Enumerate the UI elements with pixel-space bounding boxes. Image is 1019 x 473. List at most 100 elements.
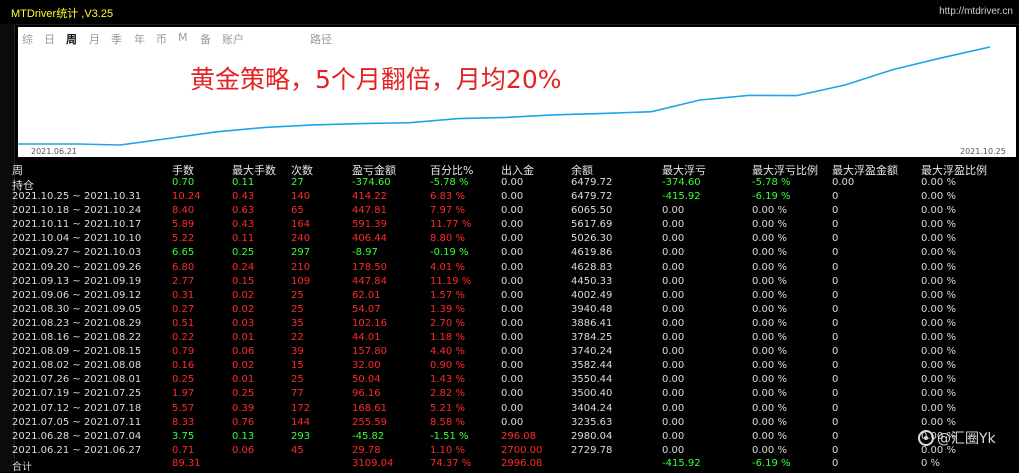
row-lots: 10.24 bbox=[172, 191, 201, 202]
total-lots: 89.31 bbox=[172, 458, 201, 469]
position-max-lots: 0.11 bbox=[232, 177, 255, 188]
row-pct: 0.90 % bbox=[430, 360, 465, 372]
tab-6[interactable]: 币 bbox=[156, 31, 167, 47]
column-header: 余额 bbox=[571, 164, 593, 177]
tab-7[interactable]: M bbox=[178, 31, 188, 44]
row-pnl: 54.07 bbox=[352, 303, 381, 315]
row-max-fp: 0 bbox=[832, 289, 839, 301]
row-balance: 4628.83 bbox=[571, 261, 613, 273]
row-deposit: 0.00 bbox=[501, 219, 524, 231]
row-balance: 2729.78 bbox=[571, 444, 613, 456]
row-period: 2021.06.28 ~ 2021.07.04 bbox=[12, 430, 142, 442]
row-max-dd-pct: 0.00 % bbox=[752, 247, 787, 259]
tab-9[interactable]: 账户 bbox=[222, 31, 244, 47]
row-max-dd: 0.00 bbox=[662, 303, 685, 315]
row-pnl: 50.04 bbox=[352, 374, 381, 386]
row-deposit: 0.00 bbox=[501, 346, 524, 358]
row-max-dd: 0.00 bbox=[662, 247, 685, 259]
tab-3[interactable]: 月 bbox=[89, 31, 100, 47]
row-max-fp-pct: 0.00 % bbox=[921, 346, 956, 358]
tab-0[interactable]: 综 bbox=[22, 31, 33, 47]
row-lots: 5.89 bbox=[172, 219, 195, 231]
row-max-fp: 0 bbox=[832, 416, 839, 428]
row-max-fp: 0 bbox=[832, 191, 839, 202]
row-pnl: 406.44 bbox=[352, 233, 387, 245]
row-max-dd: 0.00 bbox=[662, 205, 685, 217]
row-period: 2021.07.12 ~ 2021.07.18 bbox=[12, 402, 142, 414]
row-lots: 0.79 bbox=[172, 346, 195, 358]
row-balance: 2980.04 bbox=[571, 430, 613, 442]
row-max-fp-pct: 0.00 % bbox=[921, 332, 956, 343]
position-deposit: 0.00 bbox=[501, 177, 524, 188]
row-max-fp: 0 bbox=[832, 247, 839, 259]
total-max-fp-pct: 0 % bbox=[921, 458, 941, 469]
row-period: 2021.10.04 ~ 2021.10.10 bbox=[12, 233, 142, 245]
row-lots: 6.65 bbox=[172, 247, 195, 259]
row-max-lots: 0.02 bbox=[232, 289, 255, 301]
tab-1[interactable]: 日 bbox=[44, 31, 55, 47]
row-balance: 3500.40 bbox=[571, 388, 613, 400]
column-header: 出入金 bbox=[501, 164, 534, 177]
row-max-lots: 0.25 bbox=[232, 247, 255, 259]
row-deposit: 0.00 bbox=[501, 388, 524, 400]
row-pct: 8.58 % bbox=[430, 416, 465, 428]
column-header: 次数 bbox=[291, 164, 313, 177]
row-count: 140 bbox=[291, 191, 311, 202]
row-lots: 8.33 bbox=[172, 416, 195, 428]
row-count: 77 bbox=[291, 388, 304, 400]
row-count: 297 bbox=[291, 247, 311, 259]
row-max-fp: 0 bbox=[832, 261, 839, 273]
row-max-fp: 0 bbox=[832, 388, 839, 400]
row-lots: 3.75 bbox=[172, 430, 195, 442]
position-max-fp: 0.00 bbox=[832, 177, 855, 188]
row-max-fp: 0 bbox=[832, 205, 839, 217]
website-link[interactable]: http://mtdriver.cn bbox=[939, 6, 1013, 17]
row-pct: 4.01 % bbox=[430, 261, 465, 273]
row-period: 2021.08.09 ~ 2021.08.15 bbox=[12, 346, 142, 358]
row-balance: 3784.25 bbox=[571, 332, 613, 343]
row-period: 2021.07.05 ~ 2021.07.11 bbox=[12, 416, 142, 428]
row-max-dd: -415.92 bbox=[662, 191, 701, 202]
tab-5[interactable]: 年 bbox=[134, 31, 145, 47]
row-lots: 0.22 bbox=[172, 332, 195, 343]
row-max-lots: 0.43 bbox=[232, 191, 255, 202]
row-max-dd-pct: 0.00 % bbox=[752, 388, 787, 400]
row-max-lots: 0.24 bbox=[232, 261, 255, 273]
row-max-fp-pct: 0.00 % bbox=[921, 388, 956, 400]
position-lots: 0.70 bbox=[172, 177, 195, 188]
row-max-fp-pct: 0.00 % bbox=[921, 275, 956, 287]
row-pnl: 414.22 bbox=[352, 191, 387, 202]
row-max-dd-pct: 0.00 % bbox=[752, 402, 787, 414]
tab-2[interactable]: 周 bbox=[66, 31, 77, 47]
tab-10[interactable]: 路径 bbox=[310, 31, 332, 47]
row-pnl: 178.50 bbox=[352, 261, 387, 273]
row-balance: 3582.44 bbox=[571, 360, 613, 372]
row-period: 2021.09.13 ~ 2021.09.19 bbox=[12, 275, 142, 287]
row-max-lots: 0.01 bbox=[232, 332, 255, 343]
total-max-dd-pct: -6.19 % bbox=[752, 458, 791, 469]
row-balance: 4450.33 bbox=[571, 275, 613, 287]
row-pnl: 102.16 bbox=[352, 317, 387, 329]
row-max-fp-pct: 0.00 % bbox=[921, 303, 956, 315]
row-deposit: 0.00 bbox=[501, 247, 524, 259]
tab-4[interactable]: 季 bbox=[111, 31, 122, 47]
row-balance: 3235.63 bbox=[571, 416, 613, 428]
row-deposit: 0.00 bbox=[501, 360, 524, 372]
row-period: 2021.08.16 ~ 2021.08.22 bbox=[12, 332, 142, 343]
row-pct: -0.19 % bbox=[430, 247, 469, 259]
total-label: 合计 bbox=[12, 462, 32, 473]
row-max-dd-pct: 0.00 % bbox=[752, 261, 787, 273]
row-pnl: -45.82 bbox=[352, 430, 385, 442]
row-max-lots: 0.06 bbox=[232, 346, 255, 358]
row-max-fp-pct: 0.00 % bbox=[921, 360, 956, 372]
row-pnl: 32.00 bbox=[352, 360, 381, 372]
row-deposit: 0.00 bbox=[501, 205, 524, 217]
total-deposit: 2996.08 bbox=[501, 458, 543, 469]
row-max-dd: 0.00 bbox=[662, 416, 685, 428]
row-lots: 8.40 bbox=[172, 205, 195, 217]
row-deposit: 0.00 bbox=[501, 332, 524, 343]
row-max-dd-pct: 0.00 % bbox=[752, 374, 787, 386]
row-pct: 1.43 % bbox=[430, 374, 465, 386]
tab-8[interactable]: 备 bbox=[200, 31, 211, 47]
row-balance: 3550.44 bbox=[571, 374, 613, 386]
